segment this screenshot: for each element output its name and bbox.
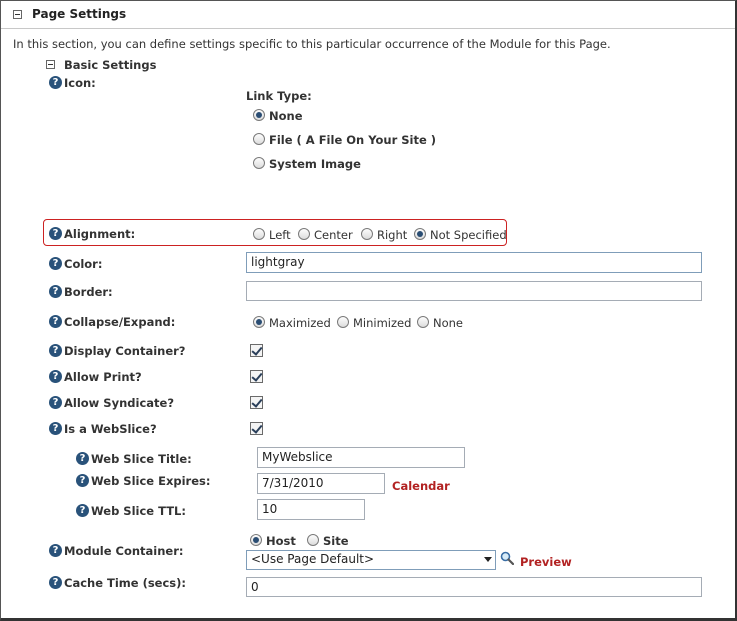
- help-icon[interactable]: ?: [49, 76, 62, 89]
- webslice-ttl-input[interactable]: 10: [257, 499, 365, 520]
- display-container-checkbox[interactable]: [250, 344, 263, 357]
- color-input[interactable]: lightgray: [246, 252, 702, 273]
- help-icon[interactable]: ?: [49, 285, 62, 298]
- section-intro: In this section, you can define settings…: [13, 37, 611, 51]
- allow-syndicate-label: Allow Syndicate?: [64, 396, 174, 410]
- webslice-checkbox[interactable]: [250, 422, 263, 435]
- link-type-file-label: File ( A File On Your Site ): [269, 133, 437, 147]
- magnifier-icon[interactable]: [500, 551, 515, 566]
- border-label: Border:: [64, 285, 113, 299]
- alignment-center-radio[interactable]: [298, 228, 310, 240]
- webslice-expires-input[interactable]: 7/31/2010: [257, 473, 385, 494]
- basic-settings-collapse-icon[interactable]: [46, 60, 55, 69]
- help-icon[interactable]: ?: [49, 257, 62, 270]
- alignment-right-radio[interactable]: [361, 228, 373, 240]
- color-label: Color:: [64, 257, 103, 271]
- webslice-expires-label: Web Slice Expires:: [91, 474, 211, 488]
- section-title: Page Settings: [32, 7, 127, 21]
- allow-print-label: Allow Print?: [64, 370, 142, 384]
- alignment-right-label: Right: [377, 228, 408, 242]
- alignment-left-radio[interactable]: [253, 228, 265, 240]
- module-container-select[interactable]: <Use Page Default>: [246, 550, 496, 570]
- collapse-minimized-radio[interactable]: [337, 316, 349, 328]
- link-type-none-label: None: [269, 109, 303, 123]
- cache-time-input[interactable]: 0: [246, 577, 702, 597]
- collapse-none-label: None: [433, 316, 464, 330]
- link-type-label: Link Type:: [246, 89, 312, 103]
- help-icon[interactable]: ?: [49, 422, 62, 435]
- webslice-title-input[interactable]: MyWebslice: [257, 447, 465, 468]
- link-type-system-image-label: System Image: [269, 157, 361, 171]
- cache-time-label: Cache Time (secs):: [64, 576, 186, 590]
- alignment-not-specified-radio[interactable]: [414, 228, 426, 240]
- webslice-label: Is a WebSlice?: [64, 422, 157, 436]
- help-icon[interactable]: ?: [49, 396, 62, 409]
- allow-print-checkbox[interactable]: [250, 370, 263, 383]
- link-type-system-image-radio[interactable]: [253, 157, 265, 169]
- help-icon[interactable]: ?: [49, 315, 62, 328]
- webslice-ttl-label: Web Slice TTL:: [91, 504, 186, 518]
- collapse-minimized-label: Minimized: [353, 316, 412, 330]
- chevron-down-icon[interactable]: [484, 557, 492, 562]
- alignment-label: Alignment:: [64, 227, 136, 241]
- collapse-icon[interactable]: [13, 10, 22, 19]
- page-settings-panel: Page Settings In this section, you can d…: [0, 0, 737, 621]
- collapse-expand-label: Collapse/Expand:: [64, 315, 176, 329]
- basic-settings-title: Basic Settings: [64, 58, 157, 72]
- module-container-label: Module Container:: [64, 544, 184, 558]
- collapse-maximized-label: Maximized: [269, 316, 331, 330]
- help-icon[interactable]: ?: [49, 544, 62, 557]
- preview-link[interactable]: Preview: [520, 555, 572, 569]
- link-type-none-radio[interactable]: [253, 109, 265, 121]
- alignment-not-specified-label: Not Specified: [430, 228, 507, 242]
- calendar-link[interactable]: Calendar: [392, 479, 450, 493]
- webslice-title-label: Web Slice Title:: [91, 452, 192, 466]
- help-icon[interactable]: ?: [76, 474, 89, 487]
- section-header: Page Settings: [1, 1, 735, 29]
- help-icon[interactable]: ?: [76, 504, 89, 517]
- help-icon[interactable]: ?: [49, 370, 62, 383]
- help-icon[interactable]: ?: [49, 344, 62, 357]
- container-site-radio[interactable]: [307, 534, 319, 546]
- container-host-label: Host: [266, 534, 296, 548]
- help-icon[interactable]: ?: [49, 576, 62, 589]
- alignment-center-label: Center: [314, 228, 353, 242]
- container-host-radio[interactable]: [250, 534, 262, 546]
- help-icon[interactable]: ?: [49, 227, 62, 240]
- link-type-file-radio[interactable]: [253, 133, 265, 145]
- help-icon[interactable]: ?: [76, 452, 89, 465]
- collapse-maximized-radio[interactable]: [253, 316, 265, 328]
- container-site-label: Site: [323, 534, 349, 548]
- border-input[interactable]: [246, 281, 702, 301]
- icon-label: Icon:: [64, 76, 96, 90]
- module-container-select-value: <Use Page Default>: [251, 552, 375, 566]
- collapse-none-radio[interactable]: [417, 316, 429, 328]
- allow-syndicate-checkbox[interactable]: [250, 396, 263, 409]
- display-container-label: Display Container?: [64, 344, 186, 358]
- alignment-left-label: Left: [269, 228, 291, 242]
